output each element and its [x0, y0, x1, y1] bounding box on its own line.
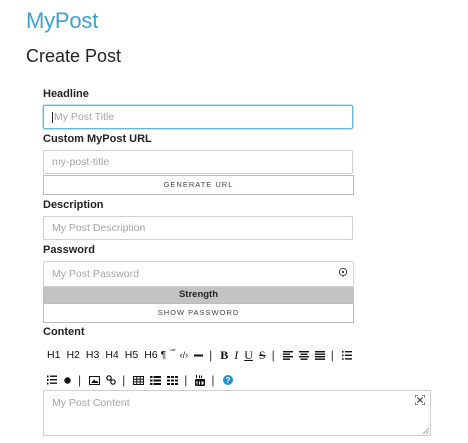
table-icon [133, 375, 145, 385]
toolbar-divider: | [184, 373, 188, 387]
h2-button[interactable]: H2 [66, 349, 79, 361]
align-center-icon [298, 350, 309, 360]
quote-button[interactable]: “” [170, 348, 175, 357]
h4-button[interactable]: H4 [105, 349, 118, 361]
horizontal-rule-button[interactable] [194, 351, 204, 360]
italic-button[interactable]: I [234, 348, 238, 363]
h1-button[interactable]: H1 [47, 349, 60, 361]
svg-text:?: ? [225, 376, 230, 385]
content-placeholder: My Post Content [52, 397, 130, 409]
table-list-button[interactable] [150, 375, 162, 385]
align-justify-button[interactable] [314, 350, 325, 360]
bullet-list-button[interactable] [341, 350, 352, 360]
align-left-icon [282, 350, 293, 360]
editor-toolbar-row-1: H1 H2 H3 H4 H5 H6 ¶ “” ‹/› | B I U S | | [47, 347, 358, 363]
h6-button[interactable]: H6 [144, 349, 157, 361]
align-center-button[interactable] [298, 350, 309, 360]
description-placeholder: My Post Description [52, 222, 146, 234]
toolbar-divider: | [122, 373, 126, 387]
help-button[interactable]: ? [222, 375, 233, 385]
url-input[interactable]: my-post-title [43, 150, 353, 174]
toolbar-divider: | [211, 373, 215, 387]
password-visibility-icon[interactable] [338, 267, 348, 277]
headline-input[interactable]: My Post Title [43, 105, 353, 129]
align-justify-icon [314, 350, 325, 360]
toolbar-divider: | [78, 373, 82, 387]
horizontal-rule-icon [194, 354, 204, 356]
toolbar-divider: | [271, 348, 275, 362]
numbered-list-icon [47, 375, 57, 385]
headline-placeholder: My Post Title [54, 111, 115, 123]
align-left-button[interactable] [282, 350, 293, 360]
insert-table-button[interactable] [133, 375, 145, 385]
resize-handle[interactable] [422, 427, 429, 434]
url-placeholder: my-post-title [52, 156, 110, 168]
h3-button[interactable]: H3 [86, 349, 99, 361]
image-icon [89, 375, 101, 385]
content-textarea[interactable]: My Post Content [43, 390, 431, 436]
description-input[interactable]: My Post Description [43, 216, 353, 240]
editor-toolbar-row-2: | | | | ? [47, 372, 239, 388]
show-password-button[interactable]: SHOW PASSWORD [43, 303, 354, 323]
password-input[interactable]: My Post Password [43, 261, 354, 287]
h5-button[interactable]: H5 [125, 349, 138, 361]
link-icon [106, 375, 116, 385]
underline-button[interactable]: U [244, 348, 253, 363]
fullscreen-icon[interactable] [415, 395, 425, 405]
headline-label: Headline [43, 88, 89, 100]
password-label: Password [43, 244, 95, 256]
table-list-icon [150, 375, 162, 385]
numbered-list-button[interactable] [47, 375, 57, 385]
page-title: Create Post [26, 46, 122, 66]
content-label: Content [43, 326, 85, 338]
code-button[interactable]: ‹/› [180, 350, 189, 360]
circle-icon [64, 376, 71, 384]
toolbar-divider: | [209, 348, 213, 362]
dot-button[interactable] [63, 376, 72, 385]
grid-icon [167, 375, 179, 385]
insert-video-button[interactable] [195, 374, 206, 386]
bullet-list-icon [341, 350, 352, 360]
youtube-icon [195, 374, 206, 386]
help-icon: ? [222, 375, 233, 385]
bold-button[interactable]: B [220, 348, 228, 363]
grid-button[interactable] [167, 375, 179, 385]
insert-image-button[interactable] [89, 375, 101, 385]
password-placeholder: My Post Password [52, 268, 139, 280]
text-caret [52, 111, 53, 123]
url-label: Custom MyPost URL [43, 133, 152, 145]
generate-url-button[interactable]: GENERATE URL [43, 175, 354, 195]
paragraph-button[interactable]: ¶ [161, 349, 167, 361]
toolbar-divider: | [330, 348, 334, 362]
description-label: Description [43, 199, 104, 211]
brand-logo[interactable]: MyPost [26, 8, 98, 34]
insert-link-button[interactable] [106, 375, 116, 385]
password-strength-bar: Strength [43, 287, 354, 303]
strikethrough-button[interactable]: S [259, 348, 266, 363]
